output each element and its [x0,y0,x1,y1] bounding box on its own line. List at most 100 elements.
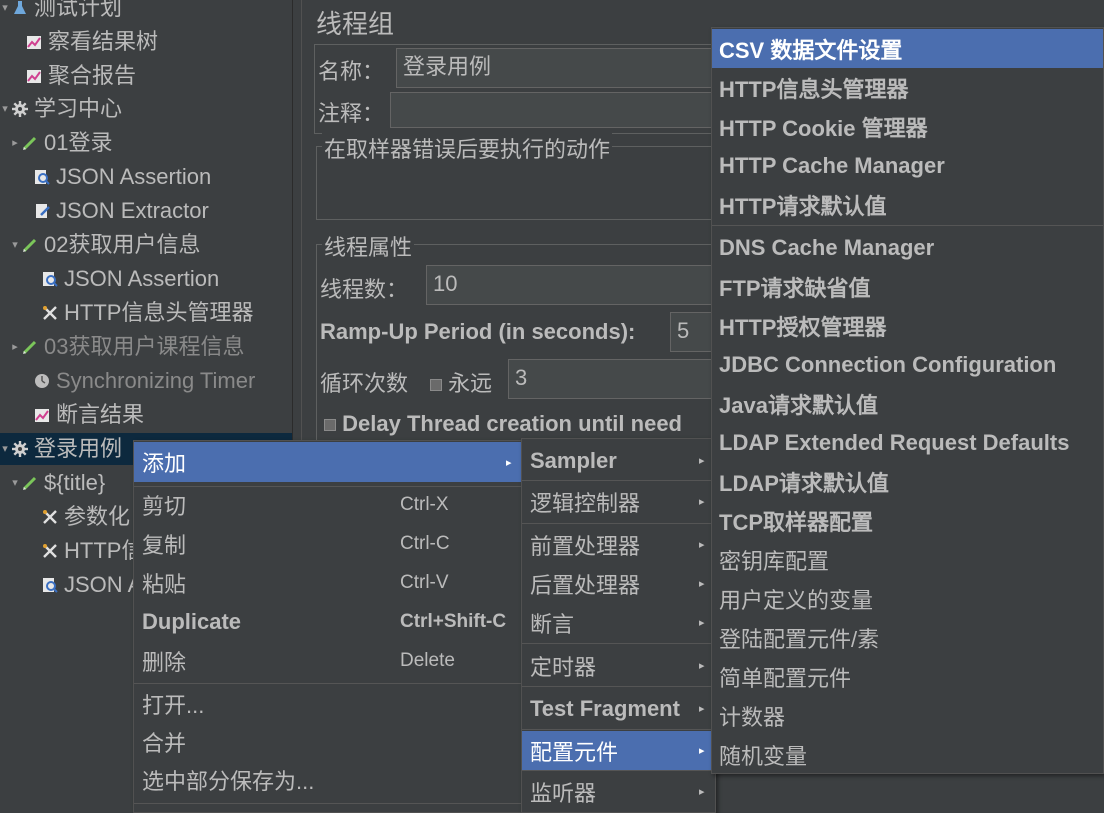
config-element-item[interactable]: CSV 数据文件设置 [712,29,1103,68]
menu-item-save-selection[interactable]: 选中部分保存为... [134,761,522,799]
menu-item-edit[interactable]: 粘贴 Ctrl-V [134,563,522,602]
tree-toggle-icon[interactable]: ▾ [10,467,20,499]
submenu-arrow-icon: ▸ [699,660,705,672]
submenu-item[interactable]: 配置元件 ▸ [522,731,715,770]
menu-separator [522,523,715,524]
menu-item-edit-label: 删除 [142,649,187,675]
config-element-item[interactable]: HTTP Cookie 管理器 [712,107,1103,146]
menu-item-merge[interactable]: 合并 [134,723,522,761]
menu-separator [522,686,715,687]
submenu-item[interactable]: 逻辑控制器 ▸ [522,482,715,521]
tree-node[interactable]: JSON Assertion [30,263,219,295]
menu-item-edit[interactable]: 复制 Ctrl-C [134,524,522,563]
assertion-magnifier-icon [40,269,60,289]
config-element-item[interactable]: 计数器 [712,696,1103,735]
config-element-item[interactable]: HTTP Cache Manager [712,146,1103,185]
menu-separator [134,803,522,804]
config-element-item-label: DNS Cache Manager [719,234,935,260]
tree-node[interactable]: ▸ 01登录 [10,127,112,159]
config-element-item[interactable]: JDBC Connection Configuration [712,345,1103,384]
submenu-item[interactable]: 后置处理器 ▸ [522,564,715,603]
tree-node[interactable]: 察看结果树 [14,26,158,58]
config-element-item[interactable]: DNS Cache Manager [712,228,1103,267]
tree-node[interactable]: ▾ 02获取用户信息 [10,229,200,261]
config-element-item[interactable]: HTTP请求默认值 [712,185,1103,224]
tree-node[interactable]: ▾ ${title} [10,467,105,499]
menu-separator [134,683,522,684]
submenu-item-label: 前置处理器 [530,533,641,559]
config-element-item[interactable]: FTP请求缺省值 [712,267,1103,306]
config-element-item[interactable]: Java请求默认值 [712,384,1103,423]
menu-item-edit-label: 粘贴 [142,571,187,597]
assertion-magnifier-icon [32,167,52,187]
menu-item-add[interactable]: 添加 ▸ [134,442,522,482]
config-element-item[interactable]: LDAP Extended Request Defaults [712,423,1103,462]
tree-node[interactable]: JSON Extractor [22,195,209,227]
tree-node[interactable]: JSON A [30,569,142,601]
submenu-item[interactable]: Sampler ▸ [522,441,715,480]
tree-node[interactable]: ▸ 03获取用户课程信息 [10,331,244,363]
menu-item-merge-label: 合并 [142,731,187,756]
submenu-item[interactable]: 监听器 ▸ [522,772,715,811]
submenu-item[interactable]: Test Fragment ▸ [522,689,715,728]
submenu-item[interactable]: 定时器 ▸ [522,646,715,685]
forever-checkbox-wrap[interactable]: 永远 [430,366,492,398]
listener-icon [32,405,52,425]
tree-node-label: JSON Assertion [56,164,212,189]
tree-node[interactable]: 聚合报告 [14,60,136,92]
tree-toggle-icon[interactable]: ▾ [0,433,10,465]
tree-node[interactable]: JSON Assertion [22,161,211,193]
tree-node[interactable]: ▾ 学习中心 [0,93,122,125]
config-element-item-label: LDAP请求默认值 [719,470,889,496]
tree-toggle-icon[interactable]: ▾ [0,0,10,24]
config-element-item[interactable]: 简单配置元件 [712,657,1103,696]
menu-separator [522,480,715,481]
forever-label: 永远 [448,371,493,396]
tree-node[interactable]: HTTP信 [30,535,143,567]
submenu-arrow-icon: ▸ [699,745,705,757]
tree-toggle-icon[interactable]: ▸ [10,331,20,363]
forever-checkbox[interactable] [430,379,442,392]
tree-node[interactable]: 断言结果 [22,399,144,431]
config-element-item[interactable]: LDAP请求默认值 [712,462,1103,501]
tree-node[interactable]: ▾ 测试计划 [0,0,122,24]
submenu-arrow-icon: ▸ [506,456,512,469]
menu-item-add-label: 添加 [142,451,187,476]
config-element-item-label: 随机变量 [719,743,808,769]
config-element-item-label: HTTP请求默认值 [719,193,887,219]
submenu-item[interactable]: 前置处理器 ▸ [522,525,715,564]
config-element-item[interactable]: TCP取样器配置 [712,501,1103,540]
context-menu: 添加 ▸ 剪切 Ctrl-X 复制 Ctrl-C 粘贴 Ctrl-V Duplicate Ctrl… [133,440,523,813]
tree-node[interactable]: HTTP信息头管理器 [30,297,253,329]
config-element-item[interactable]: HTTP信息头管理器 [712,68,1103,107]
config-element-item-label: 简单配置元件 [719,665,852,691]
shortcut-text: Ctrl-C [400,532,450,554]
delay-checkbox[interactable] [324,419,336,432]
tree-node-label: 察看结果树 [48,29,159,54]
sampler-pencil-icon [20,235,40,255]
delay-checkbox-wrap[interactable]: Delay Thread creation until need [324,411,682,437]
menu-item-edit[interactable]: 删除 Delete [134,641,522,680]
config-element-item-label: TCP取样器配置 [719,509,874,535]
config-element-item[interactable]: 用户定义的变量 [712,579,1103,618]
tree-toggle-icon[interactable]: ▸ [10,127,20,159]
extractor-icon [32,201,52,221]
config-element-item[interactable]: 随机变量 [712,735,1103,774]
config-element-item[interactable]: 登陆配置元件/素 [712,618,1103,657]
shortcut-text: Ctrl+Shift-C [400,610,507,632]
config-element-item[interactable]: HTTP授权管理器 [712,306,1103,345]
tree-node[interactable]: 参数化 [30,501,130,533]
tree-node-label: 学习中心 [34,96,123,121]
tree-toggle-icon[interactable]: ▾ [10,229,20,261]
menu-item-open[interactable]: 打开... [134,685,522,723]
menu-item-edit[interactable]: 剪切 Ctrl-X [134,485,522,524]
shortcut-text: Delete [400,649,455,671]
menu-item-edit[interactable]: Duplicate Ctrl+Shift-C [134,602,522,641]
tree-toggle-icon[interactable]: ▾ [0,93,10,125]
config-element-item[interactable]: 密钥库配置 [712,540,1103,579]
tree-node[interactable]: Synchronizing Timer [22,365,255,397]
submenu-arrow-icon: ▸ [699,578,705,590]
submenu-item-label: Test Fragment [530,695,680,721]
submenu-item[interactable]: 断言 ▸ [522,603,715,642]
listener-icon [24,66,44,86]
